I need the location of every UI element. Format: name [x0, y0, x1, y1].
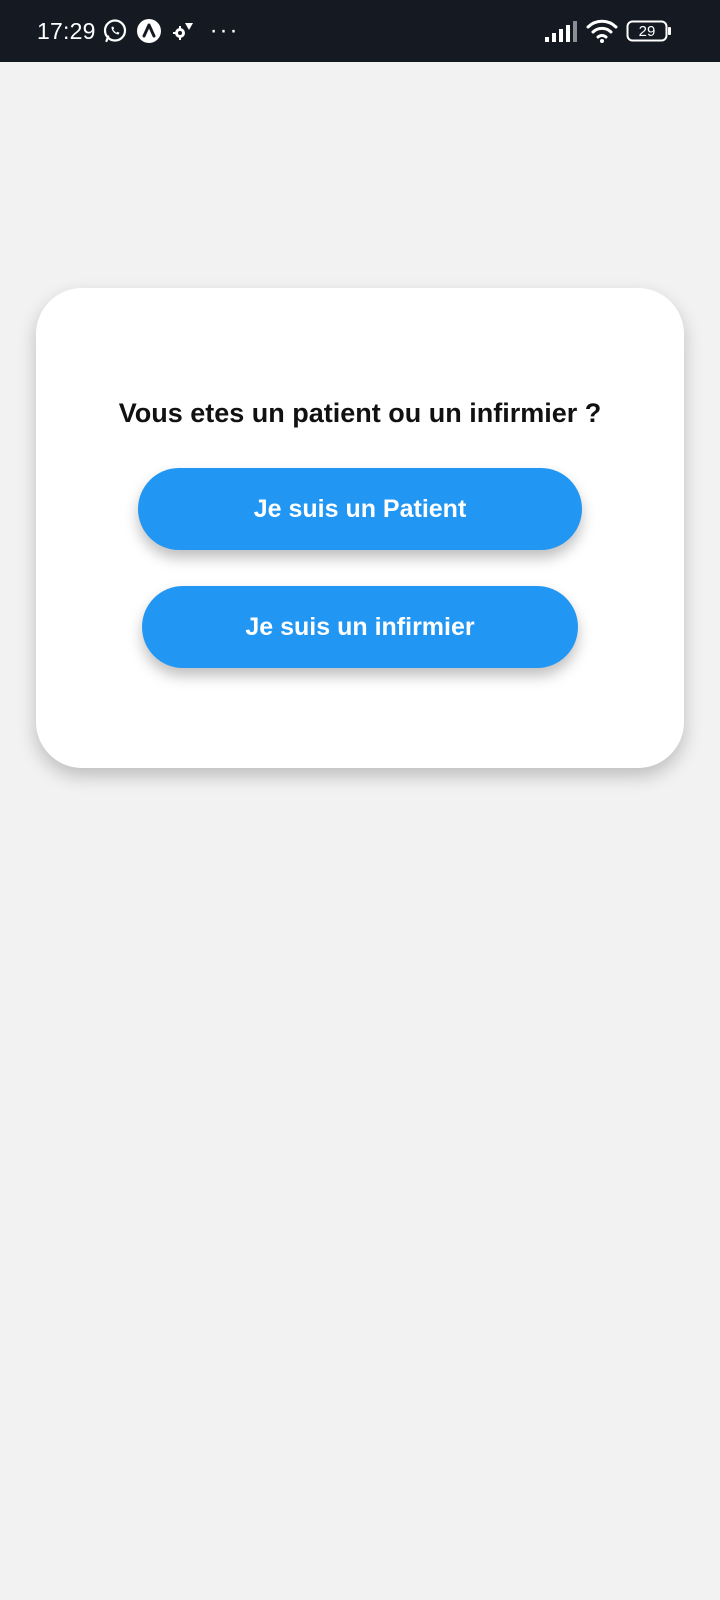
- status-bar: 17:29 ··· 29: [0, 0, 720, 62]
- more-dots-icon: ···: [209, 17, 240, 44]
- role-question: Vous etes un patient ou un infirmier ?: [118, 398, 602, 428]
- battery-level: 29: [638, 23, 656, 40]
- role-selection-card: Vous etes un patient ou un infirmier ? J…: [36, 288, 684, 768]
- settings-gear-icon: [170, 18, 196, 44]
- status-left: 17:29 ···: [37, 0, 248, 70]
- whatsapp-icon: [102, 18, 128, 44]
- battery-icon: 29: [626, 19, 672, 43]
- a-app-icon: [136, 18, 162, 44]
- status-right: 29: [544, 0, 680, 70]
- status-time: 17:29: [37, 17, 96, 44]
- wifi-icon: [586, 18, 618, 44]
- nurse-button[interactable]: Je suis un infirmier: [142, 586, 578, 668]
- signal-icon: [544, 20, 578, 42]
- patient-button[interactable]: Je suis un Patient: [138, 468, 582, 550]
